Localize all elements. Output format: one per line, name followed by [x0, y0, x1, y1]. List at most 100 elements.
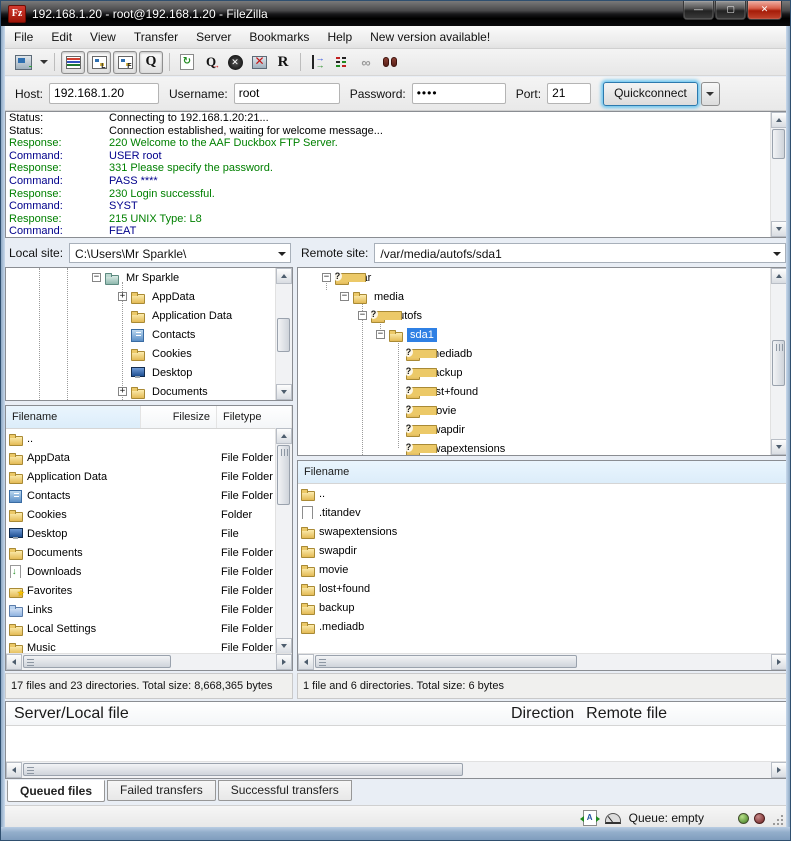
local-list-scrollbar[interactable]	[275, 428, 292, 654]
tree-item-swapextensions[interactable]: swapextensions	[298, 439, 787, 456]
tree-item-lost-found[interactable]: lost+found	[298, 382, 787, 401]
quickconnect-button[interactable]: Quickconnect	[603, 82, 698, 106]
disconnect-button[interactable]	[248, 52, 270, 73]
username-input[interactable]: root	[234, 83, 340, 104]
queue-hscrollbar[interactable]	[6, 761, 787, 778]
title-bar[interactable]: Fz 192.168.1.20 - root@192.168.1.20 - Fi…	[1, 1, 790, 26]
transfer-type-icon[interactable]: A	[583, 810, 597, 826]
tree-item-desktop[interactable]: Desktop	[6, 363, 292, 382]
scroll-left-button[interactable]	[298, 654, 314, 670]
file-row[interactable]: DocumentsFile Folder	[6, 543, 292, 562]
local-list-hscrollbar[interactable]	[6, 653, 292, 670]
tree-item-media[interactable]: −media	[298, 287, 787, 306]
tree-item-backup[interactable]: backup	[298, 363, 787, 382]
scroll-down-button[interactable]	[276, 384, 292, 400]
tree-item-documents[interactable]: +Documents	[6, 382, 292, 401]
tree-item-appdata[interactable]: +AppData	[6, 287, 292, 306]
site-manager-dropdown[interactable]	[36, 52, 48, 73]
remote-site-combo[interactable]: /var/media/autofs/sda1	[374, 243, 786, 263]
menu-edit[interactable]: Edit	[42, 28, 81, 46]
tree-item-mediadb[interactable]: .mediadb	[298, 344, 787, 363]
collapse-expander[interactable]: −	[358, 311, 367, 320]
menu-bookmarks[interactable]: Bookmarks	[240, 28, 318, 46]
local-site-combo[interactable]: C:\Users\Mr Sparkle\	[69, 243, 291, 263]
file-row[interactable]: DesktopFile	[6, 524, 292, 543]
menu-file[interactable]: File	[5, 28, 42, 46]
refresh-button[interactable]: ↻	[176, 52, 198, 73]
file-row[interactable]: LinksFile Folder	[6, 600, 292, 619]
speed-limit-gauge-icon[interactable]	[605, 813, 621, 824]
maximize-button[interactable]: ▢	[715, 1, 746, 20]
scrollbar-thumb[interactable]	[23, 763, 463, 776]
menu-server[interactable]: Server	[187, 28, 240, 46]
tree-item-sda1[interactable]: −sda1	[298, 325, 787, 344]
file-row[interactable]: Application DataFile Folder	[6, 467, 292, 486]
file-row[interactable]: swapextensions	[298, 522, 787, 541]
password-input[interactable]: ••••	[412, 83, 506, 104]
quickconnect-dropdown[interactable]	[701, 82, 720, 106]
scroll-down-button[interactable]	[771, 221, 787, 237]
scrollbar-thumb[interactable]	[315, 655, 577, 668]
tree-item-cookies[interactable]: Cookies	[6, 344, 292, 363]
toggle-local-tree-button[interactable]: L	[87, 51, 111, 74]
scroll-down-button[interactable]	[276, 638, 292, 654]
host-input[interactable]: 192.168.1.20	[49, 83, 159, 104]
scroll-up-button[interactable]	[771, 112, 787, 128]
column-header-filename[interactable]: Filename	[298, 461, 787, 483]
file-row[interactable]: backup	[298, 598, 787, 617]
cancel-button[interactable]: ✕	[224, 52, 246, 73]
reconnect-button[interactable]: R	[272, 52, 294, 73]
local-tree-scrollbar[interactable]	[275, 268, 292, 400]
column-header-server-local-file[interactable]: Server/Local file	[6, 703, 506, 725]
toggle-remote-tree-button[interactable]: F	[113, 51, 137, 74]
file-row[interactable]: DownloadsFile Folder	[6, 562, 292, 581]
tab-successful-transfers[interactable]: Successful transfers	[218, 780, 352, 801]
close-button[interactable]: ✕	[747, 1, 782, 20]
site-manager-button[interactable]	[12, 52, 34, 73]
tree-item-autofs[interactable]: −autofs	[298, 306, 787, 325]
minimize-button[interactable]: —	[683, 1, 714, 20]
scroll-left-button[interactable]	[6, 654, 22, 670]
menu-help[interactable]: Help	[318, 28, 361, 46]
synchronized-browsing-button[interactable]: ∞	[355, 52, 377, 73]
menu-view[interactable]: View	[81, 28, 125, 46]
tree-item-movie[interactable]: movie	[298, 401, 787, 420]
column-header-filetype[interactable]: Filetype	[217, 406, 292, 428]
remote-list-hscrollbar[interactable]	[298, 653, 787, 670]
scroll-down-button[interactable]	[771, 439, 787, 455]
file-row[interactable]: swapdir	[298, 541, 787, 560]
tree-item-contacts[interactable]: Contacts	[6, 325, 292, 344]
file-row[interactable]: .titandev	[298, 503, 787, 522]
column-header-remote-file[interactable]: Remote file	[580, 703, 787, 725]
file-row[interactable]: lost+found	[298, 579, 787, 598]
file-row[interactable]: Local SettingsFile Folder	[6, 619, 292, 638]
resize-grip[interactable]	[774, 816, 784, 826]
tree-item-var[interactable]: −var	[298, 268, 787, 287]
scrollbar-thumb[interactable]	[772, 129, 785, 159]
file-row[interactable]: ..	[6, 429, 292, 448]
scroll-right-button[interactable]	[276, 654, 292, 670]
scrollbar-thumb[interactable]	[772, 340, 785, 386]
directory-filters-button[interactable]	[331, 52, 353, 73]
scroll-up-button[interactable]	[276, 428, 292, 444]
file-row[interactable]: .mediadb	[298, 617, 787, 636]
scroll-right-button[interactable]	[771, 762, 787, 778]
column-header-direction[interactable]: Direction	[506, 703, 580, 725]
expand-expander[interactable]: +	[118, 387, 127, 396]
expand-expander[interactable]: +	[118, 292, 127, 301]
file-row[interactable]: FavoritesFile Folder	[6, 581, 292, 600]
scroll-left-button[interactable]	[6, 762, 22, 778]
menu-transfer[interactable]: Transfer	[125, 28, 187, 46]
collapse-expander[interactable]: −	[322, 273, 331, 282]
collapse-expander[interactable]: −	[340, 292, 349, 301]
remote-tree-scrollbar[interactable]	[770, 268, 787, 455]
scrollbar-thumb[interactable]	[277, 318, 290, 352]
tab-queued-files[interactable]: Queued files	[7, 780, 105, 802]
scroll-up-button[interactable]	[276, 268, 292, 284]
scroll-up-button[interactable]	[771, 268, 787, 284]
scroll-right-button[interactable]	[771, 654, 787, 670]
find-files-button[interactable]	[379, 52, 401, 73]
tab-failed-transfers[interactable]: Failed transfers	[107, 780, 216, 801]
scrollbar-thumb[interactable]	[23, 655, 171, 668]
file-row[interactable]: ..	[298, 484, 787, 503]
